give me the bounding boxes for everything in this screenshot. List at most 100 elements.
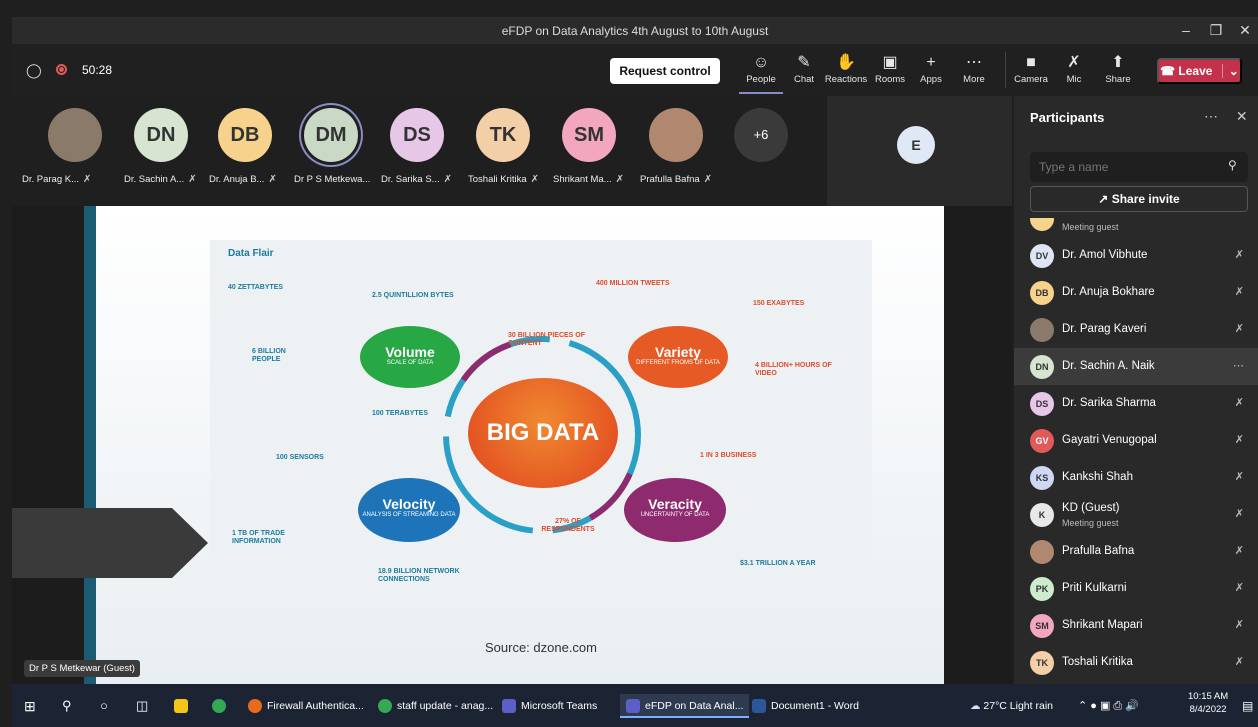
list-item[interactable]: Prafulla Bafna ✗ [1014,533,1258,570]
leave-label: Leave [1178,64,1213,78]
avatar[interactable] [649,108,703,162]
fact-tweets: 400 MILLION TWEETS [596,280,670,287]
taskbar-app[interactable]: staff update - anag... [378,694,493,718]
fact-network: 18.9 BILLION NETWORK CONNECTIONS [378,568,460,583]
mic-off-icon: ✗ [1234,582,1244,594]
list-item[interactable]: GV Gayatri Venugopal ✗ [1014,422,1258,459]
participant-name: Toshali Kritika [1062,656,1133,668]
maximize-icon[interactable]: ❐ [1205,20,1227,40]
list-item[interactable]: DV Dr. Amol Vibhute ✗ [1014,237,1258,274]
list-item[interactable]: DB Dr. Anuja Bokhare ✗ [1014,274,1258,311]
avatar: PK [1030,577,1054,601]
chevron-down-icon[interactable]: ⌄ [1221,64,1239,78]
participant-name: Kankshi Shah [1062,471,1133,483]
share-invite-button[interactable]: ↗ Share invite [1030,186,1248,212]
close-icon[interactable]: ✕ [1236,108,1248,124]
apps-label: Apps [920,74,942,85]
mic-off-icon: ✗ [1234,619,1244,631]
mic-off-icon: ✗ [268,174,277,185]
avatar: K [1030,503,1054,527]
clock[interactable]: 10:15 AM 8/4/2022 [1188,690,1228,716]
participant-name: Dr. Anuja B... ✗ [209,174,277,185]
more-button[interactable]: ⋯ More [952,52,996,85]
more-icon[interactable]: ⋯ [1233,359,1244,372]
list-item[interactable]: TK Toshali Kritika ✗ [1014,644,1258,681]
more-icon[interactable]: ⋯ [1204,108,1218,124]
participant-search-input[interactable] [1030,152,1248,182]
more-participants-badge[interactable]: +6 [734,108,788,162]
participant-name: Dr. Amol Vibhute [1062,249,1148,261]
windows-start-icon[interactable]: ⊞ [24,694,36,718]
mic-off-icon: ✗ [530,174,539,185]
people-icon: ☺ [752,54,770,71]
teams-window: eFDP on Data Analytics 4th August to 10t… [0,0,1258,727]
share-label: Share [1105,74,1131,85]
participant-name: Dr. Sarika S... ✗ [381,174,452,185]
phone-icon: ☎ [1160,64,1176,78]
volume-sub: SCALE OF DATA [386,360,434,366]
people-button[interactable]: ☺ People [739,52,783,94]
participant-strip: Dr. Parag K... ✗ DN Dr. Sachin A... ✗ DB D… [12,96,1012,206]
search-icon[interactable]: ⚲ [62,694,72,718]
avatar: GV [1030,429,1054,453]
avatar-active-speaker[interactable]: DM [304,108,358,162]
close-icon[interactable]: ✕ [1234,20,1256,40]
avatar: TK [1030,651,1054,675]
task-view-icon[interactable]: ◫ [136,694,148,718]
reactions-button[interactable]: ✋ Reactions [824,52,868,85]
list-item[interactable]: Dr. Parag Kaveri ✗ [1014,311,1258,348]
avatar[interactable]: DB [218,108,272,162]
list-item[interactable]: DN Dr. Sachin A. Naik ⋯ [1014,348,1258,385]
avatar[interactable]: SM [562,108,616,162]
avatar[interactable] [48,108,102,162]
taskbar-app[interactable]: Document1 - Word [752,694,859,718]
participant-name: Prafulla Bafna ✗ [640,174,713,185]
weather-widget[interactable]: ☁ 27°C Light rain [970,694,1053,718]
mic-label: Mic [1066,74,1082,85]
notification-icon[interactable]: ▤ [1242,694,1253,718]
avatar[interactable]: TK [476,108,530,162]
list-item[interactable]: SM Shrikant Mapari ✗ [1014,607,1258,644]
reactions-icon: ✋ [836,54,856,71]
list-item[interactable]: DS Dr. Sarika Sharma ✗ [1014,385,1258,422]
participants-pane: Participants ⋯ ✕ ⚲ ↗ Share invite Meetin… [1014,96,1258,684]
chrome-icon[interactable] [212,694,231,718]
search-icon[interactable]: ⚲ [1228,158,1237,172]
avatar[interactable]: E [897,126,935,164]
list-item[interactable]: Meeting guest [1014,218,1258,237]
word-icon [752,699,766,714]
title-bar: eFDP on Data Analytics 4th August to 10t… [12,17,1258,44]
participant-name: Shrikant Mapari [1062,619,1143,631]
mic-button[interactable]: ✗ Mic [1052,52,1096,85]
taskbar-app[interactable]: Microsoft Teams [502,694,597,718]
rooms-button[interactable]: ▣ Rooms [868,52,912,85]
avatar[interactable]: DN [134,108,188,162]
cortana-icon[interactable]: ○ [100,694,108,718]
participant-name: KD (Guest) [1062,502,1120,514]
chat-button[interactable]: ✎ Chat [782,52,826,85]
fact-terabytes: 100 TERABYTES [372,410,429,417]
share-button[interactable]: ⬆ Share [1096,52,1140,85]
rooms-icon: ▣ [882,54,898,71]
fact-sensors: 100 SENSORS [276,454,324,461]
file-explorer-icon[interactable] [174,694,193,718]
pane-title: Participants [1030,110,1105,125]
minimize-icon[interactable]: – [1175,20,1197,40]
taskbar-app-active[interactable]: eFDP on Data Anal... [620,694,750,718]
avatar[interactable]: DS [390,108,444,162]
request-control-button[interactable]: Request control [610,58,720,84]
veracity-title: Veracity [648,496,702,512]
apps-button[interactable]: + Apps [909,52,953,85]
mic-off-icon: ✗ [1234,471,1244,483]
avatar [1030,318,1054,342]
camera-button[interactable]: ■ Camera [1009,52,1053,85]
system-tray[interactable]: ⌃ ● ▣ ⎙ 🔊 [1078,694,1139,718]
more-icon: ⋯ [966,54,982,71]
share-icon: ↗ [1098,192,1109,206]
list-item[interactable]: KS Kankshi Shah ✗ [1014,459,1258,496]
list-item[interactable]: PK Priti Kulkarni ✗ [1014,570,1258,607]
teams-icon [626,699,640,714]
taskbar-app[interactable]: Firewall Authentica... [248,694,364,718]
leave-button[interactable]: ☎ Leave ⌄ [1157,58,1242,84]
list-item[interactable]: K KD (Guest) Meeting guest ✗ [1014,496,1258,533]
